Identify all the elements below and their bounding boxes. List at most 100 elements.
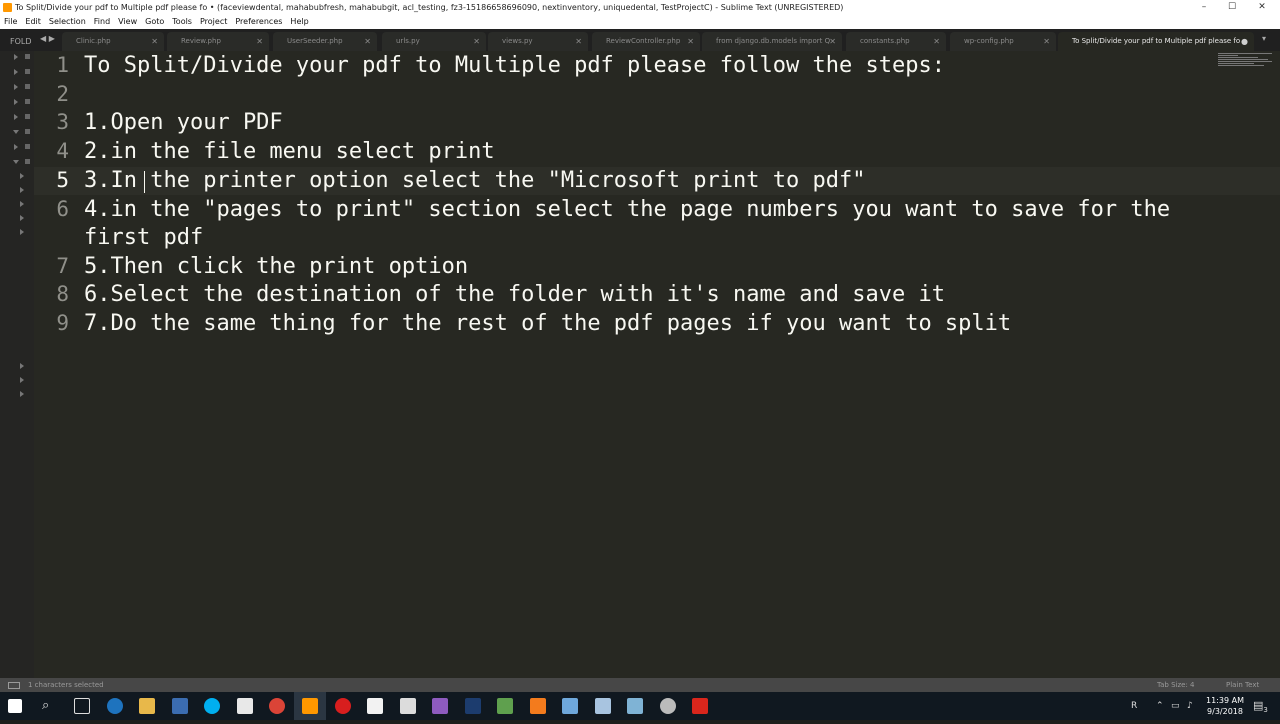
syntax-indicator[interactable]: Plain Text [1226, 678, 1259, 692]
maximize-button[interactable]: ☐ [1218, 0, 1246, 15]
document-icon[interactable] [367, 698, 383, 714]
status-bar: 1 characters selected Tab Size: 4 Plain … [0, 678, 1280, 692]
system-clock[interactable]: 11:39 AM 9/3/2018 [1203, 695, 1247, 717]
menu-edit[interactable]: Edit [21, 15, 45, 29]
folder-collapse-icon[interactable] [13, 130, 19, 134]
line-text: 2.in the file menu select print [84, 139, 495, 164]
folder-expand-icon[interactable] [20, 173, 24, 179]
task-view-icon[interactable] [74, 698, 90, 714]
photoshop-icon[interactable] [465, 698, 481, 714]
folder-icon [25, 114, 30, 119]
folder-expand-icon[interactable] [20, 377, 24, 383]
tab-wp-config-php[interactable]: wp-config.php ✕ [950, 32, 1056, 51]
tab-django-import[interactable]: from django.db.models import Q ✕ [702, 32, 842, 51]
file-explorer-icon[interactable] [139, 698, 155, 714]
github-desktop-icon[interactable] [432, 698, 448, 714]
store-icon[interactable] [172, 698, 188, 714]
menu-project[interactable]: Project [196, 15, 231, 29]
tab-label: from django.db.models import Q [716, 37, 831, 45]
selection-status: 1 characters selected [28, 681, 104, 689]
notification-center-icon[interactable]: ▤3 [1253, 692, 1268, 720]
folder-expand-icon[interactable] [14, 114, 18, 120]
menu-view[interactable]: View [114, 15, 141, 29]
tab-clinic-php[interactable]: Clinic.php ✕ [62, 32, 164, 51]
notepad-icon[interactable] [237, 698, 253, 714]
menu-help[interactable]: Help [286, 15, 312, 29]
tab-close-icon[interactable]: ✕ [473, 32, 480, 51]
tab-overflow-chevron-icon[interactable]: ▾ [1262, 34, 1266, 43]
clock-date: 9/3/2018 [1207, 707, 1243, 716]
folder-expand-icon[interactable] [14, 144, 18, 150]
menu-file[interactable]: File [0, 15, 21, 29]
tab-close-icon[interactable]: ✕ [364, 32, 371, 51]
obs-icon[interactable] [660, 698, 676, 714]
folder-icon [25, 54, 30, 59]
editor-pane[interactable]: 1 To Split/Divide your pdf to Multiple pd… [34, 51, 1280, 678]
tab-review-php[interactable]: Review.php ✕ [167, 32, 269, 51]
tab-split-pdf-active[interactable]: To Split/Divide your pdf to Multiple pdf… [1058, 32, 1254, 51]
skype-icon[interactable] [204, 698, 220, 714]
minimap[interactable] [1218, 53, 1272, 67]
tab-close-icon[interactable]: ✕ [1043, 32, 1050, 51]
folder-collapse-icon[interactable] [13, 160, 19, 164]
line-text: 6.Select the destination of the folder w… [84, 282, 945, 307]
tab-reviewcontroller-php[interactable]: ReviewController.php ✕ [592, 32, 700, 51]
folder-expand-icon[interactable] [14, 69, 18, 75]
tab-size-indicator[interactable]: Tab Size: 4 [1157, 678, 1194, 692]
menu-selection[interactable]: Selection [45, 15, 90, 29]
app-icon[interactable] [627, 698, 643, 714]
tab-close-icon[interactable]: ✕ [687, 32, 694, 51]
menu-preferences[interactable]: Preferences [231, 15, 286, 29]
tab-urls-py[interactable]: urls.py ✕ [382, 32, 486, 51]
opera-icon[interactable] [335, 698, 351, 714]
panel-toggle-icon[interactable] [8, 682, 20, 689]
menu-tools[interactable]: Tools [168, 15, 196, 29]
tab-close-icon[interactable]: ✕ [575, 32, 582, 51]
android-studio-icon[interactable] [497, 698, 513, 714]
tab-close-icon[interactable]: ✕ [829, 32, 836, 51]
folder-expand-icon[interactable] [14, 99, 18, 105]
tab-views-py[interactable]: views.py ✕ [488, 32, 588, 51]
line-text: 3.In the printer option select the "Micr… [84, 168, 866, 193]
folder-expand-icon[interactable] [14, 84, 18, 90]
tab-close-icon[interactable]: ✕ [151, 32, 158, 51]
app-icon[interactable] [595, 698, 611, 714]
volume-icon[interactable]: ♪ [1187, 692, 1193, 720]
sublime-text-icon[interactable] [302, 698, 318, 714]
xampp-icon[interactable] [530, 698, 546, 714]
menu-find[interactable]: Find [90, 15, 114, 29]
tab-label: ReviewController.php [606, 37, 681, 45]
close-button[interactable]: ✕ [1248, 0, 1276, 15]
tab-label: urls.py [396, 37, 420, 45]
line-number: 8 [56, 282, 69, 306]
text-caret [144, 171, 145, 193]
folder-expand-icon[interactable] [20, 201, 24, 207]
people-icon[interactable]: R [1131, 692, 1137, 720]
tab-close-icon[interactable]: ✕ [933, 32, 940, 51]
app-icon[interactable] [562, 698, 578, 714]
tab-modified-dot-icon[interactable]: ● [1241, 32, 1248, 51]
line-text: first pdf [84, 225, 204, 250]
folder-expand-icon[interactable] [20, 229, 24, 235]
folder-expand-icon[interactable] [14, 54, 18, 60]
line-number: 1 [56, 53, 69, 77]
folder-expand-icon[interactable] [20, 391, 24, 397]
folder-expand-icon[interactable] [20, 187, 24, 193]
folder-expand-icon[interactable] [20, 215, 24, 221]
folder-icon [25, 69, 30, 74]
tab-close-icon[interactable]: ✕ [256, 32, 263, 51]
mail-icon[interactable] [400, 698, 416, 714]
menu-goto[interactable]: Goto [141, 15, 168, 29]
windows-start-icon[interactable] [8, 699, 22, 713]
minimize-button[interactable]: – [1190, 0, 1218, 15]
tab-constants-php[interactable]: constants.php ✕ [846, 32, 946, 51]
tab-nav-arrows-icon[interactable]: ◀ ▶ [40, 34, 55, 43]
search-icon[interactable]: ⌕ [42, 692, 49, 720]
network-icon[interactable]: ▭ [1171, 692, 1180, 720]
folder-expand-icon[interactable] [20, 363, 24, 369]
tab-userseeder-php[interactable]: UserSeeder.php ✕ [273, 32, 377, 51]
edge-browser-icon[interactable] [107, 698, 123, 714]
acrobat-icon[interactable] [692, 698, 708, 714]
chrome-icon[interactable] [269, 698, 285, 714]
tray-chevron-icon[interactable]: ⌃ [1156, 692, 1164, 720]
